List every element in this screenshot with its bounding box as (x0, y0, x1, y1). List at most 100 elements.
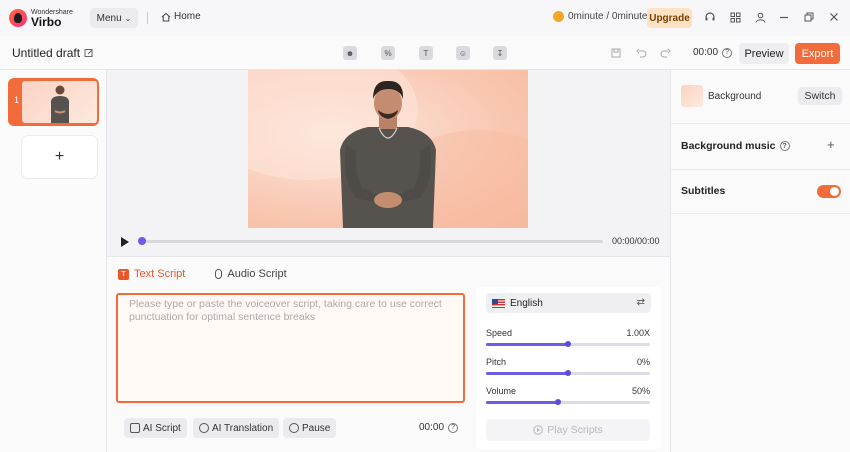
editor-main: 00:00/00:00 T Text Script Audio Script P… (107, 70, 670, 452)
export-button[interactable]: Export (795, 43, 840, 64)
subtitles-label: Subtitles (681, 185, 726, 197)
pitch-slider[interactable]: Pitch 0% (486, 357, 650, 381)
language-select[interactable]: English ⇄ (486, 293, 651, 313)
subtitles-toggle[interactable] (817, 185, 841, 198)
credits-display: 0minute / 0minute (553, 11, 648, 22)
add-music-icon[interactable]: + (827, 137, 835, 152)
top-bar: Wondershare Virbo Menu ⌄ Home 0minute / … (0, 0, 850, 36)
swap-icon[interactable]: ⇄ (637, 297, 645, 308)
speed-handle[interactable] (565, 341, 571, 347)
user-icon[interactable] (753, 10, 767, 24)
total-duration-text: 00:00 (693, 47, 719, 58)
speed-label: Speed (486, 328, 513, 338)
undo-icon[interactable] (634, 46, 648, 60)
script-tools: AI Script AI Translation Pause 00:00 ? (116, 411, 465, 449)
volume-handle[interactable] (555, 399, 562, 405)
ai-translation-button[interactable]: AI Translation (193, 418, 280, 438)
preview-button[interactable]: Preview (739, 43, 789, 64)
slide-preview-image (22, 81, 97, 123)
apps-grid-icon[interactable] (728, 10, 742, 24)
timecode: 00:00/00:00 (612, 236, 660, 246)
speed-fill (486, 343, 568, 346)
background-music-row: Background music ? + (671, 124, 850, 170)
ai-translation-label: AI Translation (212, 422, 274, 434)
redo-icon[interactable] (658, 46, 672, 60)
language-label: English (510, 297, 543, 309)
total-duration: 00:00 ? (693, 47, 733, 58)
background-music-title: Background music ? (681, 140, 790, 152)
pitch-track[interactable] (486, 370, 650, 376)
ai-script-label: AI Script (143, 422, 181, 434)
pitch-fill (486, 372, 568, 375)
properties-panel: Background Switch Background music ? + S… (670, 70, 850, 452)
slides-panel: 1 + (0, 70, 107, 452)
voice-settings: English ⇄ Speed 1.00X Pitch 0% Volume 50… (476, 287, 661, 449)
upload-tool-icon[interactable]: ↧ (493, 46, 507, 60)
speed-track[interactable] (486, 341, 650, 347)
background-music-label: Background music (681, 140, 776, 152)
plus-icon: + (54, 148, 65, 165)
edit-icon[interactable] (84, 48, 94, 58)
speed-slider[interactable]: Speed 1.00X (486, 328, 650, 352)
emoji-tool-icon[interactable]: ☺ (456, 46, 470, 60)
speed-value: 1.00X (626, 328, 650, 338)
tab-audio-script[interactable]: Audio Script (215, 265, 287, 283)
script-placeholder: Please type or paste the voiceover scrip… (129, 298, 442, 323)
editor-toolbar: Untitled draft ☻ % T ☺ ↧ 00:00 ? Preview… (0, 36, 850, 70)
play-icon[interactable] (121, 237, 129, 247)
tab-label: Text Script (134, 268, 186, 280)
timeline-scrubber[interactable] (140, 240, 603, 243)
help-icon[interactable]: ? (779, 141, 790, 151)
app-logo[interactable]: Wondershare Virbo (9, 7, 77, 29)
us-flag-icon (492, 298, 505, 308)
play-scripts-button[interactable]: Play Scripts (486, 419, 650, 441)
volume-label: Volume (486, 386, 517, 396)
script-textarea[interactable]: Please type or paste the voiceover scrip… (116, 293, 465, 403)
logo-product-text: Virbo (31, 14, 62, 29)
close-icon[interactable] (827, 10, 841, 24)
script-tabs: T Text Script Audio Script (118, 265, 287, 283)
pitch-handle[interactable] (565, 370, 571, 376)
tab-text-script[interactable]: T Text Script (118, 265, 185, 283)
playback-bar: 00:00/00:00 (107, 230, 670, 254)
home-label: Home (174, 11, 201, 22)
video-canvas[interactable] (248, 70, 528, 228)
add-slide-button[interactable]: + (22, 136, 97, 178)
script-duration: 00:00 ? (419, 422, 459, 433)
credits-text: 0minute / 0minute (568, 11, 648, 22)
volume-slider[interactable]: Volume 50% (486, 386, 650, 410)
save-icon[interactable] (609, 46, 623, 60)
menu-button[interactable]: Menu ⌄ (90, 8, 138, 28)
ai-script-button[interactable]: AI Script (124, 418, 187, 438)
play-scripts-label: Play Scripts (547, 424, 603, 436)
play-circle-icon (533, 425, 544, 435)
coin-icon (553, 11, 564, 22)
help-icon[interactable]: ? (448, 422, 459, 433)
text-tool-icon[interactable]: T (419, 46, 433, 60)
background-label: Background (708, 91, 762, 102)
background-thumbnail[interactable] (681, 85, 703, 107)
slide-thumbnail[interactable]: 1 (8, 78, 99, 126)
draft-title[interactable]: Untitled draft (12, 46, 94, 60)
divider (147, 12, 148, 24)
sticker-tool-icon[interactable]: % (381, 46, 395, 60)
pause-button[interactable]: Pause (283, 418, 337, 438)
upgrade-button[interactable]: Upgrade (647, 8, 692, 28)
help-icon[interactable]: ? (722, 47, 733, 58)
playhead-handle[interactable] (138, 237, 146, 245)
tab-label: Audio Script (227, 268, 287, 280)
slide-number: 1 (14, 95, 20, 105)
volume-track[interactable] (486, 399, 650, 405)
switch-background-button[interactable]: Switch (798, 87, 842, 105)
home-icon (161, 12, 171, 21)
home-button[interactable]: Home (161, 11, 201, 22)
volume-value: 50% (631, 386, 650, 396)
minimize-icon[interactable] (777, 10, 791, 24)
support-icon[interactable] (703, 10, 717, 24)
microphone-icon (215, 269, 223, 279)
avatar-tool-icon[interactable]: ☻ (343, 46, 357, 60)
avatar-presenter[interactable] (248, 70, 528, 228)
ai-script-icon (130, 423, 140, 433)
restore-icon[interactable] (802, 10, 816, 24)
background-row: Background Switch (671, 70, 850, 124)
